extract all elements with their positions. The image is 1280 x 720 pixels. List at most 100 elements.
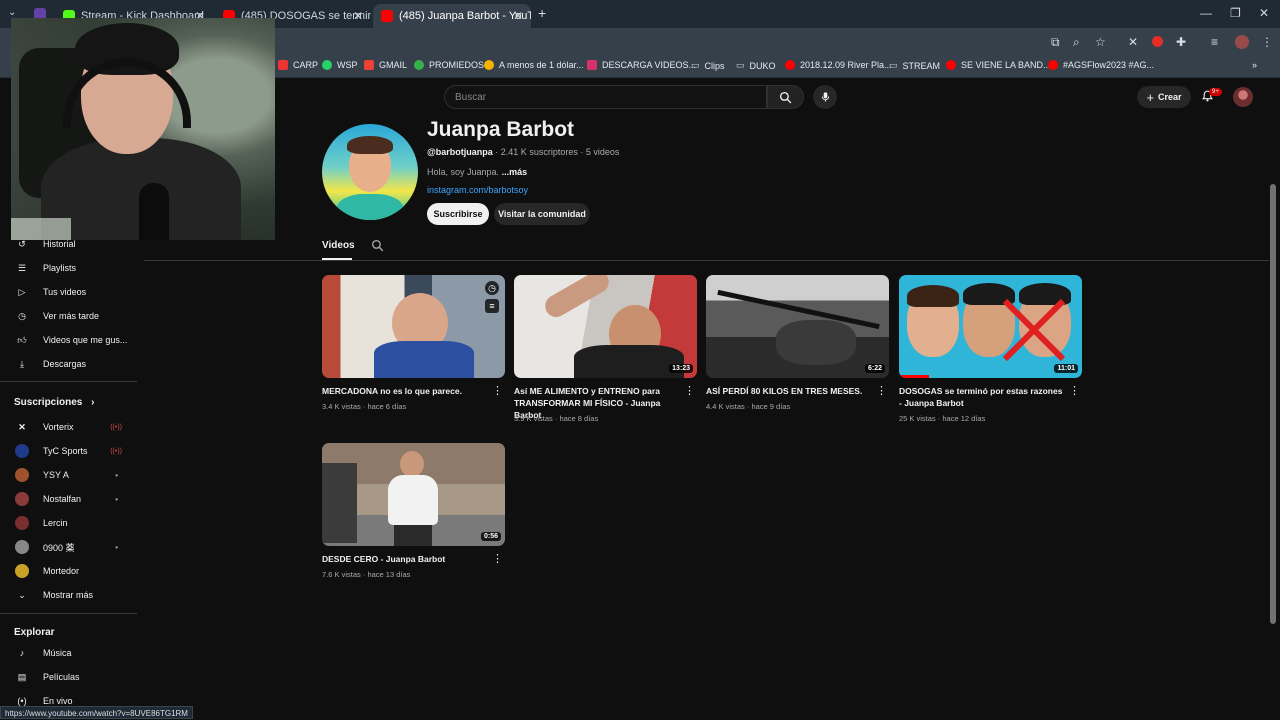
bookmark-promiedos[interactable]: PROMIEDOS: [414, 60, 484, 70]
media-control-icon[interactable]: ≡: [1211, 35, 1218, 49]
bookmark-label: 2018.12.09 River Pla...: [800, 60, 892, 70]
create-button[interactable]: + Crear: [1137, 86, 1191, 108]
close-window-icon[interactable]: ✕: [1259, 6, 1269, 20]
sidebar-item-label: Mostrar más: [43, 590, 94, 600]
bookmark-agsflow[interactable]: #AGSFlow2023 #AG...: [1048, 60, 1154, 70]
more-bookmarks-icon[interactable]: »: [1252, 60, 1257, 70]
watch-later-icon[interactable]: ◷: [485, 281, 499, 295]
video-thumbnail[interactable]: 6:22: [706, 275, 889, 378]
new-tab-button[interactable]: +: [538, 5, 546, 21]
video-thumbnail[interactable]: 0:56: [322, 443, 505, 546]
mute-tab-icon[interactable]: ✕: [1128, 35, 1138, 49]
search-input[interactable]: Buscar: [444, 85, 767, 109]
sidebar-item-playlists[interactable]: ☰ Playlists: [14, 258, 132, 278]
live-indicator-icon: ((•)): [110, 447, 122, 455]
search-button[interactable]: [767, 85, 804, 109]
bookmark-label: A menos de 1 dólar...: [499, 60, 584, 70]
video-menu-icon[interactable]: ⋮: [492, 386, 503, 397]
sidebar-item-downloads[interactable]: ⤓ Descargas: [14, 354, 132, 374]
close-tab-icon[interactable]: ✕: [353, 9, 363, 23]
video-thumbnail[interactable]: ◷ ≡: [322, 275, 505, 378]
bookmark-label: WSP: [337, 60, 358, 70]
video-card[interactable]: 0:56 DESDE CERO - Juanpa Barbot 7.6 K vi…: [322, 443, 505, 579]
bookmark-stream[interactable]: ▭ STREAM: [889, 60, 940, 71]
page-scrollbar[interactable]: [1270, 184, 1276, 624]
video-card[interactable]: ◷ ≡ MERCADONA no es lo que parece. 3.4 K…: [322, 275, 505, 411]
add-to-queue-icon[interactable]: ≡: [485, 299, 499, 313]
bookmark-river-plate[interactable]: 2018.12.09 River Pla...: [785, 60, 892, 70]
video-title[interactable]: DOSOGAS se terminó por estas razones - J…: [899, 385, 1064, 409]
video-title[interactable]: MERCADONA no es lo que parece.: [322, 385, 487, 397]
sidebar-sub-mortedor[interactable]: Mortedor: [14, 561, 132, 581]
video-thumbnail[interactable]: 11:01: [899, 275, 1082, 378]
channel-description[interactable]: Hola, soy Juanpa. ...más: [427, 167, 527, 177]
video-menu-icon[interactable]: ⋮: [1069, 386, 1080, 397]
video-title[interactable]: DESDE CERO - Juanpa Barbot: [322, 553, 487, 565]
sidebar-sub-0900[interactable]: 0900 薬 •: [14, 537, 132, 557]
bookmark-gmail[interactable]: GMAIL: [364, 60, 407, 70]
thumb-hair-1: [907, 285, 959, 307]
video-menu-icon[interactable]: ⋮: [876, 386, 887, 397]
folder-icon: ▭: [736, 60, 745, 70]
browser-menu-icon[interactable]: ⋮: [1261, 35, 1273, 49]
sidebar-sub-lercin[interactable]: Lercin: [14, 513, 132, 533]
sidebar-show-more[interactable]: ⌄ Mostrar más: [14, 585, 132, 605]
youtube-bookmark-icon: [785, 60, 795, 70]
playlists-icon: ☰: [17, 262, 27, 273]
sidebar-sub-vorterix[interactable]: ✕ Vorterix ((•)): [14, 417, 132, 437]
restore-icon[interactable]: ❐: [1230, 6, 1241, 20]
video-age: hace 9 días: [751, 402, 791, 411]
channel-search-icon[interactable]: [371, 239, 384, 252]
live-icon: (•): [17, 696, 27, 706]
tab-juanpa-barbot[interactable]: (485) Juanpa Barbot - YouTube ✕: [373, 4, 531, 28]
bookmark-se-viene-la-banda[interactable]: SE VIENE LA BAND...: [946, 60, 1051, 70]
tab-videos[interactable]: Videos: [322, 240, 355, 251]
sidebar-item-label: 0900 薬: [43, 542, 75, 553]
sidebar-sub-nostalfan[interactable]: Nostalfan •: [14, 489, 132, 509]
sidebar-item-label: Películas: [43, 672, 80, 682]
sidebar-item-music[interactable]: ♪ Música: [14, 643, 132, 663]
watch-progress-bar: [899, 375, 929, 378]
tab-divider: [144, 260, 1269, 261]
more-link[interactable]: ...más: [502, 167, 528, 177]
video-menu-icon[interactable]: ⋮: [492, 554, 503, 565]
subscriptions-header[interactable]: Suscripciones ›: [14, 397, 94, 408]
voice-search-button[interactable]: [813, 85, 837, 109]
visit-community-button[interactable]: Visitar la comunidad: [494, 203, 590, 225]
close-tab-icon[interactable]: ✕: [513, 9, 523, 23]
bookmark-carp[interactable]: CARP: [278, 60, 318, 70]
install-app-icon[interactable]: ⧉: [1051, 35, 1060, 50]
bookmark-dolar[interactable]: A menos de 1 dólar...: [484, 60, 584, 70]
video-card[interactable]: 13:23 Así ME ALIMENTO y ENTRENO para TRA…: [514, 275, 697, 423]
thumb-shirt: [574, 345, 684, 378]
sidebar-item-your-videos[interactable]: ▷ Tus videos: [14, 282, 132, 302]
new-content-dot: •: [115, 494, 118, 504]
video-title[interactable]: ASÍ PERDÍ 80 KILOS EN TRES MESES.: [706, 385, 871, 397]
channel-external-link[interactable]: instagram.com/barbotsoy: [427, 185, 528, 195]
profile-icon[interactable]: [1235, 35, 1249, 49]
sidebar-sub-tyc-sports[interactable]: TyC Sports ((•)): [14, 441, 132, 461]
sidebar-item-watch-later[interactable]: ◷ Ver más tarde: [14, 306, 132, 326]
video-views: 4.4 K vistas: [706, 402, 745, 411]
sidebar-sub-ysy-a[interactable]: YSY A •: [14, 465, 132, 485]
bookmark-duko[interactable]: ▭ DUKO: [736, 60, 776, 71]
bookmark-descarga-videos[interactable]: DESCARGA VIDEOS...: [587, 60, 696, 70]
sidebar-item-liked-videos[interactable]: 👍︎ Videos que me gus...: [14, 330, 132, 350]
bookmark-wsp[interactable]: WSP: [322, 60, 358, 70]
bookmark-star-icon[interactable]: ☆: [1095, 35, 1106, 49]
tab-search-icon[interactable]: ⌄: [8, 7, 16, 18]
user-avatar[interactable]: [1233, 87, 1253, 107]
video-thumbnail[interactable]: 13:23: [514, 275, 697, 378]
video-card[interactable]: 6:22 ASÍ PERDÍ 80 KILOS EN TRES MESES. 4…: [706, 275, 889, 411]
extension-icon[interactable]: [1152, 36, 1163, 47]
extensions-puzzle-icon[interactable]: ✚: [1176, 35, 1186, 49]
bookmark-clips[interactable]: ▭ Clips: [691, 60, 725, 71]
bookmark-label: Clips: [704, 60, 725, 71]
video-card[interactable]: 11:01 DOSOGAS se terminó por estas razon…: [899, 275, 1082, 423]
minimize-icon[interactable]: —: [1200, 6, 1212, 20]
zoom-icon[interactable]: ⌕: [1073, 35, 1080, 50]
youtube-bookmark-icon: [946, 60, 956, 70]
video-menu-icon[interactable]: ⋮: [684, 386, 695, 397]
subscribe-button[interactable]: Suscribirse: [427, 203, 489, 225]
sidebar-item-movies[interactable]: ▤ Películas: [14, 667, 132, 687]
